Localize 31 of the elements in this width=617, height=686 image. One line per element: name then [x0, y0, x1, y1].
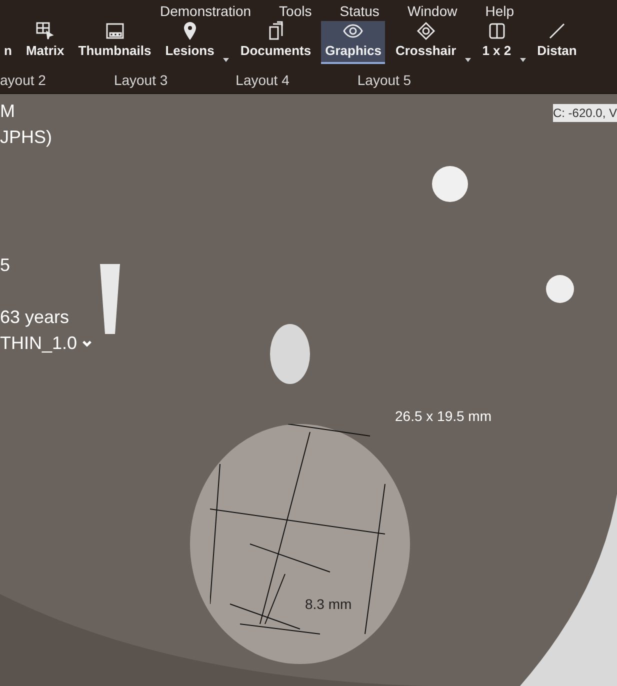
layout-tab[interactable]: ayout 2: [0, 70, 46, 91]
ruler-line-icon: [546, 20, 567, 40]
toolbar-button[interactable]: Graphics: [321, 20, 386, 64]
menu-item[interactable]: Status: [340, 1, 380, 22]
grid-hand-icon: [35, 20, 56, 40]
toolbar-button[interactable]: n: [0, 40, 16, 64]
layout-tab[interactable]: Layout 3: [114, 70, 168, 91]
toolbar-button[interactable]: Thumbnails: [74, 20, 156, 64]
overlay-text: 5: [0, 254, 10, 277]
layout-tab[interactable]: Layout 4: [236, 70, 290, 91]
overlay-text: THIN_1.0: [0, 332, 78, 355]
toolbar-button[interactable]: Matrix: [22, 20, 68, 64]
measurement-label: 26.5 x 19.5 mm: [395, 407, 492, 426]
toolbar-button[interactable]: Documents: [236, 20, 316, 64]
toolbar-button[interactable]: Lesions: [161, 20, 218, 64]
overlay-text: 63 years: [0, 306, 70, 329]
window-level-text: C: -620.0, V: [552, 104, 617, 122]
menu-item[interactable]: Demonstration: [160, 1, 252, 22]
overlay-text: M: [0, 100, 15, 123]
toolbar-button[interactable]: Crosshair: [391, 20, 460, 64]
overlay-text: JPHS): [0, 126, 52, 149]
toolbar-button[interactable]: 1 x 2: [478, 20, 516, 64]
measurement-label: 8.3 mm: [305, 595, 352, 614]
toolbar-button[interactable]: Distan: [533, 20, 581, 64]
menu-item[interactable]: Help: [485, 1, 514, 22]
crosshair-icon: [416, 20, 436, 40]
menu-item[interactable]: Window: [407, 1, 458, 22]
menu-item[interactable]: Tools: [279, 1, 312, 22]
thumbnails-icon: [104, 20, 125, 40]
layout-tab[interactable]: Layout 5: [357, 70, 412, 91]
split-columns-icon: [486, 20, 507, 40]
